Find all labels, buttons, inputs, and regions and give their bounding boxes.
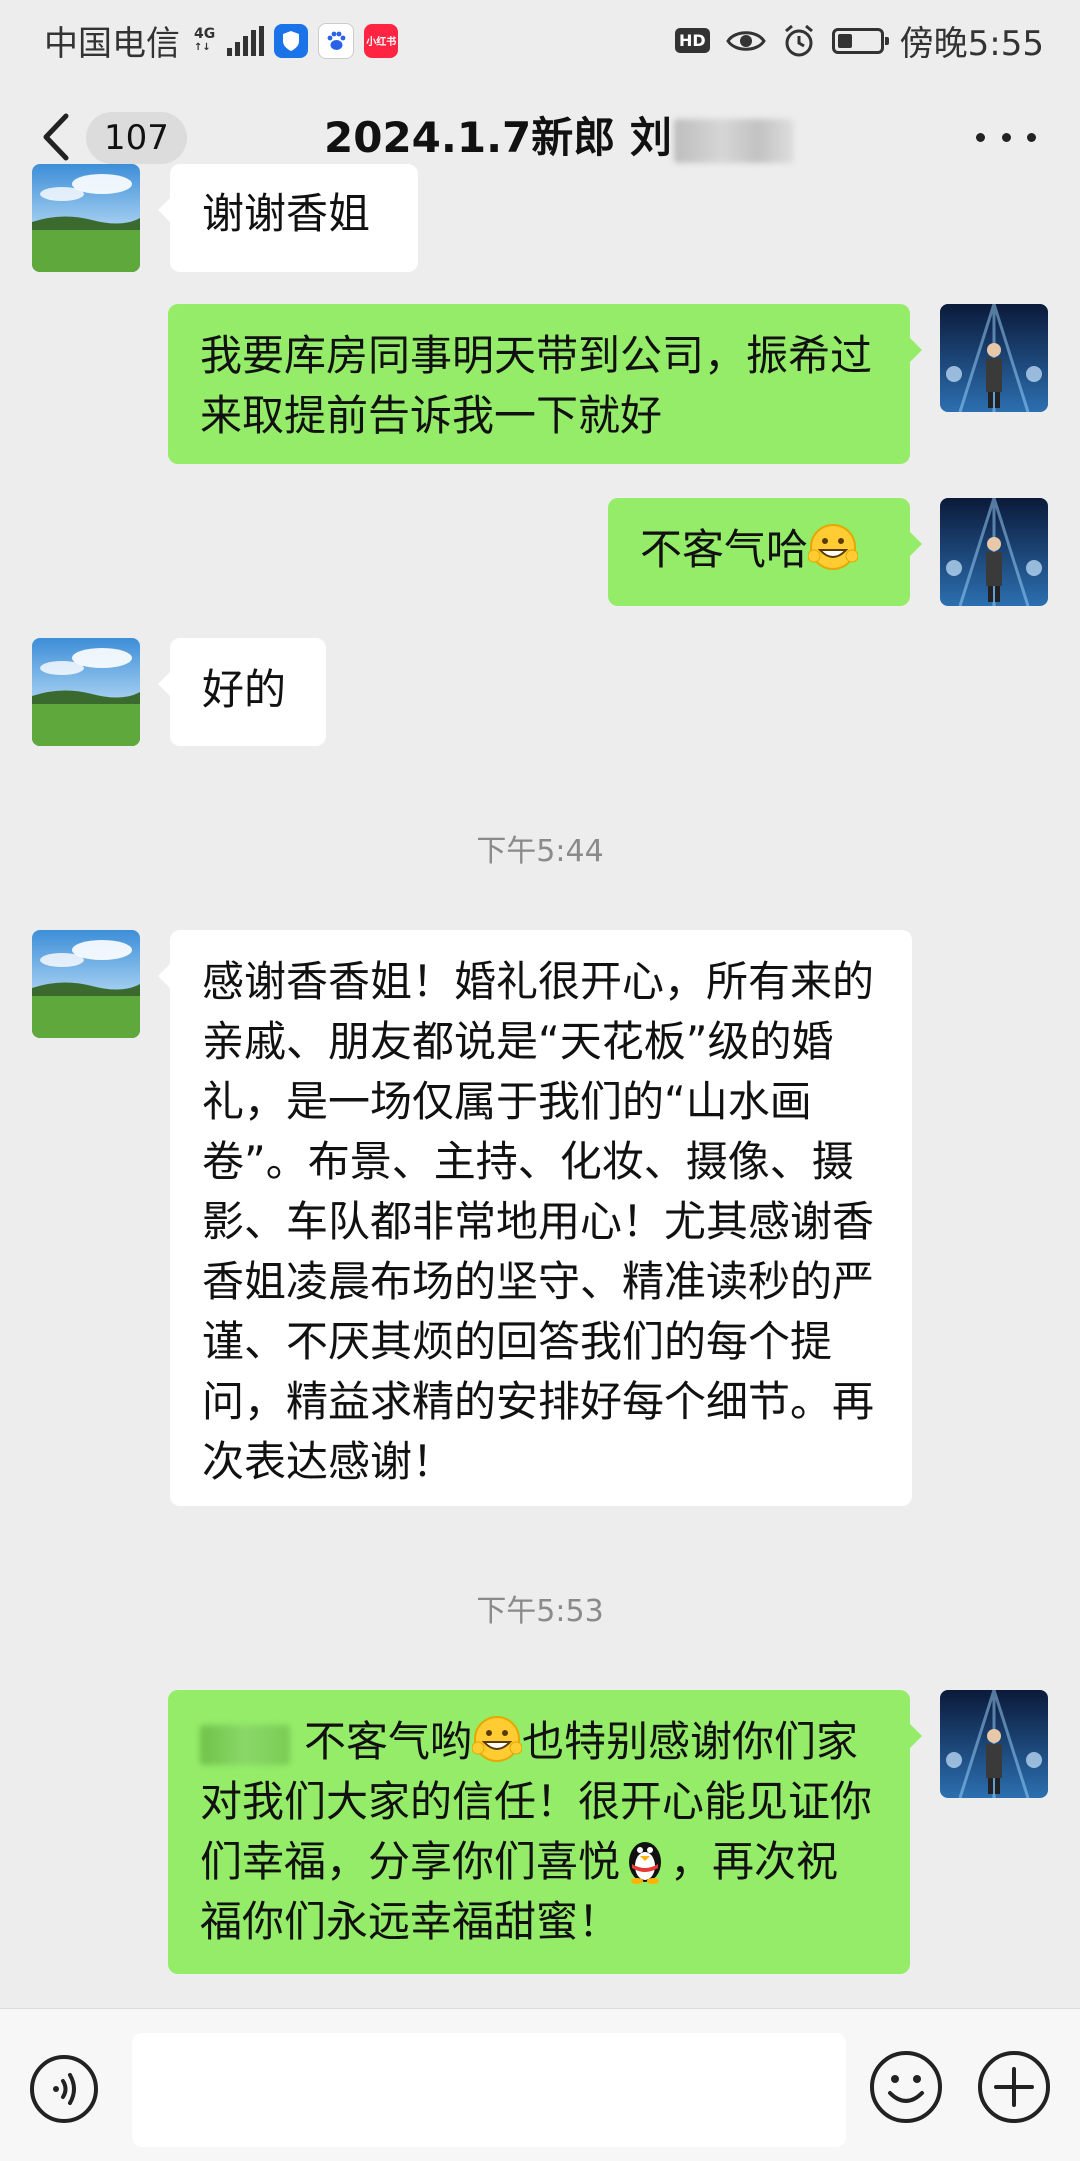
message-bubble-out[interactable]: 我要库房同事明天带到公司，振希过来取提前告诉我一下就好 <box>168 304 922 464</box>
status-time: 傍晚5:55 <box>899 24 1044 64</box>
smile-icon[interactable] <box>868 2049 944 2125</box>
grin-emoji-icon <box>472 1716 523 1762</box>
voice-icon[interactable] <box>28 2053 100 2125</box>
chevron-left-icon[interactable] <box>40 112 74 162</box>
timestamp: 下午5:53 <box>476 1594 604 1629</box>
chat-header: 107 2024.1.7新郎 刘 <box>0 92 1080 182</box>
contact-avatar[interactable] <box>32 930 140 1038</box>
message-bubble-in[interactable]: 谢谢香姐 <box>158 164 418 272</box>
contact-avatar[interactable] <box>32 638 140 746</box>
hd-icon: HD <box>674 28 710 53</box>
chat-title: 2024.1.7新郎 刘 <box>324 110 794 166</box>
baidu-app-icon <box>318 22 355 59</box>
status-bar: 中国电信 4G ↑↓ 小红书 HD 傍晚5:55 <box>0 0 1080 76</box>
redacted-name <box>200 1724 290 1765</box>
shield-app-icon <box>274 23 309 58</box>
contact-avatar[interactable] <box>32 164 140 272</box>
my-avatar[interactable] <box>940 304 1048 412</box>
signal-icon <box>227 25 265 56</box>
input-bar <box>0 2008 1080 2161</box>
eye-icon <box>725 30 766 51</box>
grin-emoji-icon <box>808 524 859 570</box>
my-avatar[interactable] <box>940 1690 1048 1798</box>
battery-icon <box>831 27 889 54</box>
message-bubble-out[interactable]: 不客气哟 也特别感谢你们家对我们大家的信任！很开心能见证你们幸福，分享你们喜悦 ，再… <box>168 1690 922 1974</box>
alarm-icon <box>784 24 813 56</box>
penguin-emoji-icon <box>629 1842 662 1884</box>
message-bubble-out[interactable]: 不客气哈 <box>608 498 922 606</box>
more-dots-icon[interactable] <box>976 112 1036 162</box>
timestamp: 下午5:44 <box>476 834 604 869</box>
redacted-name <box>673 118 794 163</box>
message-bubble-in[interactable]: 好的 <box>158 638 326 746</box>
message-input[interactable] <box>132 2033 846 2147</box>
unread-count-badge[interactable]: 107 <box>86 112 187 164</box>
message-bubble-in[interactable]: 感谢香香姐！婚礼很开心，所有来的亲戚、朋友都说是“天花板”级的婚礼，是一场仅属于… <box>158 930 912 1506</box>
plus-icon[interactable] <box>976 2049 1052 2125</box>
network-type: 4G ↑↓ <box>194 25 216 53</box>
my-avatar[interactable] <box>940 498 1048 606</box>
xiaohongshu-app-icon: 小红书 <box>364 23 399 58</box>
carrier-label: 中国电信 <box>44 24 180 64</box>
